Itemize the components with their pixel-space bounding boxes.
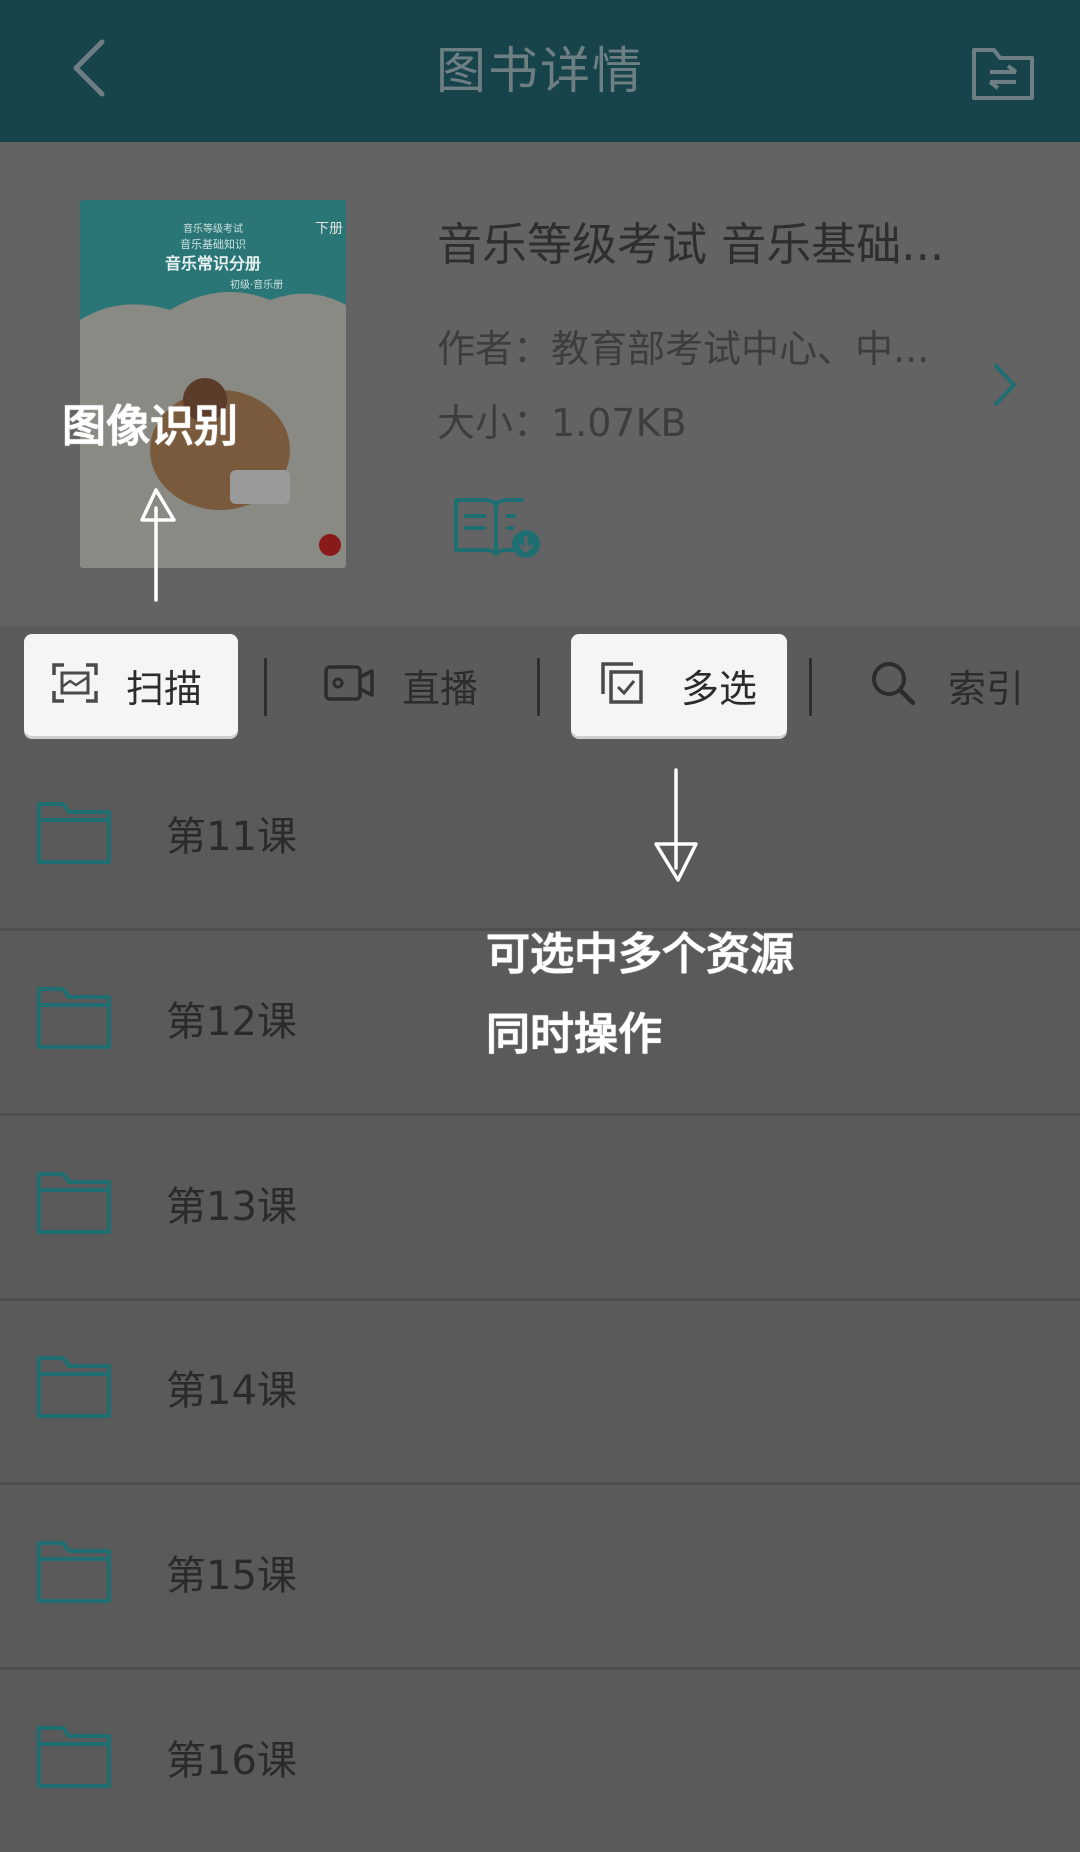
cover-line1: 音乐等级考试 xyxy=(183,224,243,235)
list-item-label: 第11课 xyxy=(166,814,297,860)
scan-button[interactable]: 扫描 xyxy=(24,634,238,736)
arrow-down-icon xyxy=(654,768,698,884)
chevron-right-icon[interactable] xyxy=(990,360,1020,410)
book-size: 大小：1.07KB xyxy=(437,401,687,445)
multi-select-button[interactable]: 多选 xyxy=(571,634,787,736)
book-title: 音乐等级考试 音乐基础... xyxy=(437,218,945,271)
cover-title: 音乐常识分册 xyxy=(164,254,261,273)
book-cover-image[interactable]: 下册 音乐等级考试 音乐基础知识 音乐常识分册 初级·音乐册 xyxy=(80,200,346,568)
folder-icon xyxy=(36,985,112,1051)
folder-icon xyxy=(36,800,112,866)
live-button[interactable]: 直播 xyxy=(300,634,520,736)
list-item-label: 第15课 xyxy=(166,1553,297,1599)
folder-icon xyxy=(36,1724,112,1790)
list-item[interactable]: 第13课 xyxy=(0,1116,1080,1301)
book-author: 作者：教育部考试中心、中... xyxy=(437,327,930,370)
live-label: 直播 xyxy=(402,666,479,711)
toolbar-divider xyxy=(809,658,812,716)
annotation-scan-note: 图像识别 xyxy=(62,401,238,452)
list-item-label: 第12课 xyxy=(166,999,297,1045)
toolbar-divider xyxy=(537,658,540,716)
folder-icon xyxy=(36,1539,112,1605)
cover-sub: 初级·音乐册 xyxy=(230,280,284,291)
index-label: 索引 xyxy=(948,666,1025,711)
list-item[interactable]: 第15课 xyxy=(0,1485,1080,1670)
page-title: 图书详情 xyxy=(436,42,644,100)
list-item[interactable]: 第14课 xyxy=(0,1300,1080,1485)
list-item-label: 第13课 xyxy=(166,1184,297,1230)
index-button[interactable]: 索引 xyxy=(840,634,1060,736)
multi-select-icon xyxy=(601,662,643,708)
folder-icon xyxy=(36,1170,112,1236)
scan-icon xyxy=(52,663,98,707)
list-item[interactable]: 第11课 xyxy=(0,746,1080,931)
folder-icon xyxy=(36,1354,112,1420)
scan-label: 扫描 xyxy=(126,666,203,711)
arrow-up-icon xyxy=(138,486,178,602)
annotation-multi-note-line2: 同时操作 xyxy=(486,1009,662,1060)
list-item-label: 第14课 xyxy=(166,1368,297,1414)
toolbar-divider xyxy=(264,658,267,716)
folder-swap-icon[interactable] xyxy=(970,40,1036,102)
annotation-multi-note-line1: 可选中多个资源 xyxy=(486,929,794,980)
list-item-label: 第16课 xyxy=(166,1738,297,1784)
video-camera-icon xyxy=(324,663,374,707)
list-item[interactable]: 第16课 xyxy=(0,1670,1080,1852)
search-icon xyxy=(870,660,916,710)
multi-select-label: 多选 xyxy=(681,666,758,711)
read-download-icon[interactable] xyxy=(452,494,542,562)
